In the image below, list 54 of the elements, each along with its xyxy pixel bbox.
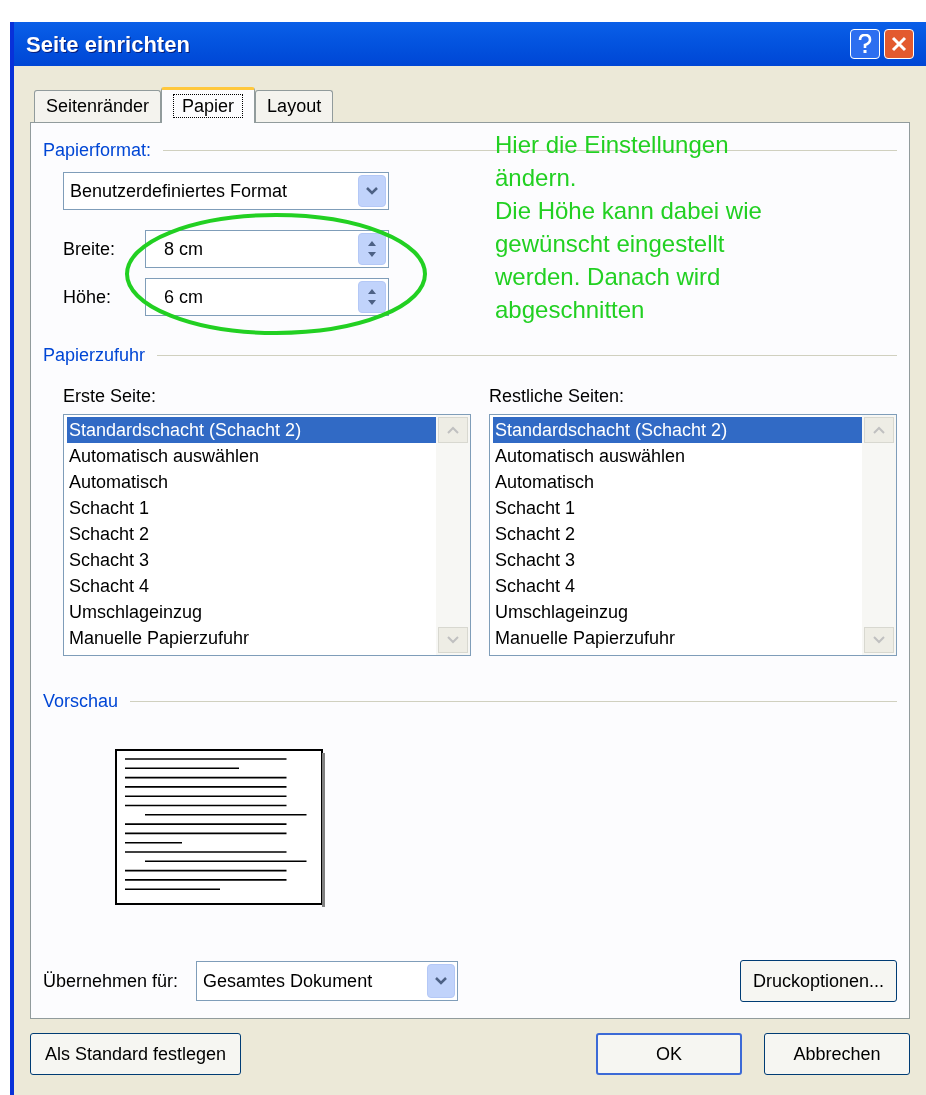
list-item[interactable]: Automatisch auswählen <box>67 443 436 469</box>
list-item[interactable]: Automatisch auswählen <box>493 443 862 469</box>
list-item[interactable]: Standardschacht (Schacht 2) <box>493 417 862 443</box>
ok-button[interactable]: OK <box>596 1033 742 1075</box>
window-title: Seite einrichten <box>26 30 191 59</box>
close-icon <box>891 36 907 52</box>
chevron-up-icon <box>873 426 885 434</box>
list-item[interactable]: Manuelle Papierzufuhr <box>493 625 862 651</box>
help-icon <box>858 34 872 54</box>
tab[interactable]: Papier <box>161 87 256 123</box>
help-button[interactable] <box>850 29 880 59</box>
annotation-text: Die Höhe kann dabei wie gewünscht eingestellt werden. Danach wird abgeschnitten <box>495 196 763 325</box>
list-item[interactable]: Schacht 1 <box>67 495 436 521</box>
paper-format-dropdown[interactable]: Benutzerdefiniertes Format <box>63 172 389 210</box>
spin-button[interactable] <box>358 233 386 265</box>
dropdown-button[interactable] <box>358 175 386 207</box>
apply-to-dropdown[interactable]: Gesamtes Dokument <box>196 961 459 1001</box>
list-item[interactable]: Automatisch <box>493 469 862 495</box>
list-item[interactable]: Automatisch <box>67 469 436 495</box>
print-options-button[interactable]: Druckoptionen... <box>739 960 897 1002</box>
list-item[interactable]: Manuelle Papierzufuhr <box>67 625 436 651</box>
width-field[interactable]: 8 cm <box>145 230 389 268</box>
list-item[interactable]: Umschlageinzug <box>493 599 862 625</box>
spin-button[interactable] <box>358 281 386 313</box>
dropdown-button[interactable] <box>427 964 456 998</box>
list-item[interactable]: Schacht 1 <box>493 495 862 521</box>
section-heading: Papierzufuhr <box>43 344 146 367</box>
list-item[interactable]: Schacht 3 <box>67 547 436 573</box>
apply-to-label: Übernehmen für: <box>43 969 179 993</box>
field-label: Breite: <box>63 237 117 261</box>
chevron-down-icon <box>365 186 379 196</box>
list-label: Erste Seite: <box>63 385 158 408</box>
set-default-button[interactable]: Als Standard festlegen <box>30 1033 242 1075</box>
list-label: Restliche Seiten: <box>489 385 626 408</box>
close-button[interactable] <box>884 29 914 59</box>
tab[interactable]: Seitenränder <box>34 90 162 122</box>
list-item[interactable]: Umschlageinzug <box>67 599 436 625</box>
list-item[interactable]: Schacht 2 <box>67 521 436 547</box>
chevron-down-icon <box>873 636 885 644</box>
list-item[interactable]: Schacht 4 <box>493 573 862 599</box>
list-item[interactable]: Schacht 2 <box>493 521 862 547</box>
section-heading: Papierformat: <box>43 139 152 162</box>
tab[interactable]: Layout <box>255 90 334 122</box>
section-heading: Vorschau <box>43 690 119 713</box>
height-field[interactable]: 6 cm <box>145 278 389 316</box>
list-item[interactable]: Schacht 3 <box>493 547 862 573</box>
chevron-down-icon <box>447 636 459 644</box>
annotation-text: Hier die Einstellungen ändern. <box>495 130 730 193</box>
list-item[interactable]: Standardschacht (Schacht 2) <box>67 417 436 443</box>
list-item[interactable]: Schacht 4 <box>67 573 436 599</box>
cancel-button[interactable]: Abbrechen <box>764 1033 910 1075</box>
chevron-up-icon <box>447 426 459 434</box>
chevron-down-icon <box>434 976 449 986</box>
field-label: Höhe: <box>63 285 113 309</box>
